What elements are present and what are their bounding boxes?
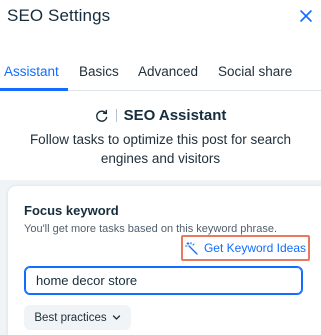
tab-social-share[interactable]: Social share: [218, 64, 292, 79]
active-tab-indicator: [0, 88, 68, 91]
refresh-icon: [95, 109, 107, 122]
close-icon[interactable]: [299, 9, 313, 23]
focus-keyword-subtitle: You'll get more tasks based on this keyw…: [24, 223, 277, 235]
chevron-down-icon: [112, 315, 120, 320]
tab-basics[interactable]: Basics: [79, 64, 119, 79]
assistant-description: Follow tasks to optimize this post for s…: [29, 132, 292, 166]
best-practices-dropdown[interactable]: Best practices: [24, 305, 131, 330]
get-keyword-ideas-button[interactable]: Get Keyword Ideas: [181, 235, 310, 261]
get-keyword-ideas-label: Get Keyword Ideas: [203, 241, 307, 255]
tab-assistant[interactable]: Assistant: [4, 64, 59, 79]
assistant-heading: SEO Assistant: [0, 107, 321, 127]
tab-bar: Assistant Basics Advanced Social share: [0, 54, 321, 91]
heading-divider: [115, 109, 117, 122]
panel-header: SEO Settings: [0, 0, 321, 52]
panel-title: SEO Settings: [7, 6, 111, 25]
best-practices-label: Best practices: [34, 311, 107, 324]
focus-keyword-title: Focus keyword: [24, 203, 119, 218]
focus-keyword-input[interactable]: [24, 266, 303, 295]
assistant-title: SEO Assistant: [123, 107, 227, 124]
magic-wand-icon: [184, 241, 198, 255]
tab-advanced[interactable]: Advanced: [138, 64, 198, 79]
